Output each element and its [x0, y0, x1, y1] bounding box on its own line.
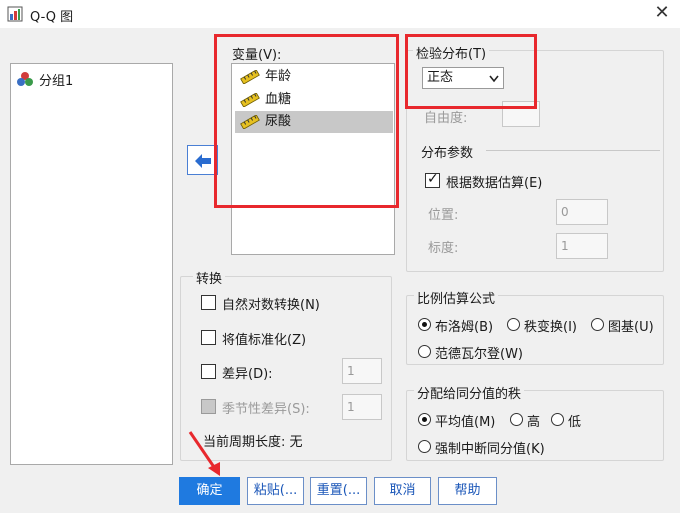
ok-button[interactable]: 确定 — [179, 477, 240, 505]
break-ties-label: 强制中断同分值(K) — [435, 442, 545, 457]
seasonal-difference-input[interactable]: 1 — [342, 394, 382, 420]
arrow-left-icon — [195, 154, 211, 168]
mean-rank-label: 平均值(M) — [435, 415, 496, 430]
radio-dot — [422, 417, 427, 422]
seasonal-difference-label: 季节性差异(S): — [222, 402, 310, 417]
distribution-params-label: 分布参数 — [418, 142, 477, 161]
tukey-label: 图基(U) — [608, 320, 654, 335]
van-der-waerden-label: 范德瓦尔登(W) — [435, 347, 523, 362]
seasonal-difference-checkbox[interactable] — [201, 399, 216, 414]
break-ties-radio[interactable] — [418, 440, 431, 453]
van-der-waerden-radio[interactable] — [418, 345, 431, 358]
close-icon[interactable]: ✕ — [652, 3, 672, 23]
mean-rank-radio[interactable] — [418, 413, 431, 426]
blom-radio[interactable] — [418, 318, 431, 331]
blom-label: 布洛姆(B) — [435, 320, 494, 335]
difference-input[interactable]: 1 — [342, 358, 382, 384]
natural-log-checkbox[interactable] — [201, 295, 216, 310]
distribution-highlight-box — [405, 34, 537, 109]
low-rank-label: 低 — [568, 415, 582, 430]
location-input[interactable]: 0 — [556, 199, 608, 225]
estimate-from-data-label: 根据数据估算(E) — [446, 176, 543, 191]
difference-value: 1 — [347, 364, 355, 378]
rankit-radio[interactable] — [507, 318, 520, 331]
high-rank-label: 高 — [527, 415, 541, 430]
difference-label: 差异(D): — [222, 367, 273, 382]
transform-label: 转换 — [193, 268, 226, 287]
rankit-label: 秩变换(I) — [524, 320, 577, 335]
list-item-label: 分组1 — [39, 74, 74, 89]
check-icon: ✓ — [427, 171, 439, 187]
proportion-formula-label: 比例估算公式 — [414, 288, 499, 307]
variables-highlight-box — [214, 34, 399, 208]
reset-button[interactable]: 重置(... — [310, 477, 367, 505]
location-value: 0 — [561, 205, 569, 219]
cancel-button[interactable]: 取消 — [374, 477, 431, 505]
list-item[interactable]: 分组1 — [11, 68, 172, 90]
divider — [486, 150, 660, 151]
radio-dot — [422, 322, 427, 327]
estimate-from-data-checkbox[interactable]: ✓ — [425, 171, 440, 188]
natural-log-label: 自然对数转换(N) — [222, 298, 320, 313]
source-variable-list[interactable]: 分组1 — [10, 63, 173, 465]
scale-value: 1 — [561, 239, 569, 253]
annotation-arrow-icon — [188, 431, 220, 476]
scale-input[interactable]: 1 — [556, 233, 608, 259]
difference-checkbox[interactable] — [201, 364, 216, 379]
low-rank-radio[interactable] — [551, 413, 564, 426]
window-title: Q-Q 图 — [30, 10, 74, 25]
seasonal-value: 1 — [347, 400, 355, 414]
tukey-radio[interactable] — [591, 318, 604, 331]
nominal-variable-icon — [17, 72, 33, 86]
ties-label: 分配给同分值的秩 — [414, 383, 525, 402]
high-rank-radio[interactable] — [510, 413, 523, 426]
help-button[interactable]: 帮助 — [438, 477, 497, 505]
location-label: 位置: — [428, 208, 459, 223]
scale-label: 标度: — [428, 241, 459, 256]
df-label: 自由度: — [424, 111, 468, 126]
qq-chart-app-icon — [7, 6, 23, 22]
standardize-checkbox[interactable] — [201, 330, 216, 345]
standardize-label: 将值标准化(Z) — [222, 333, 307, 348]
title-bar: Q-Q 图 ✕ — [0, 0, 680, 28]
paste-button[interactable]: 粘贴(... — [247, 477, 304, 505]
